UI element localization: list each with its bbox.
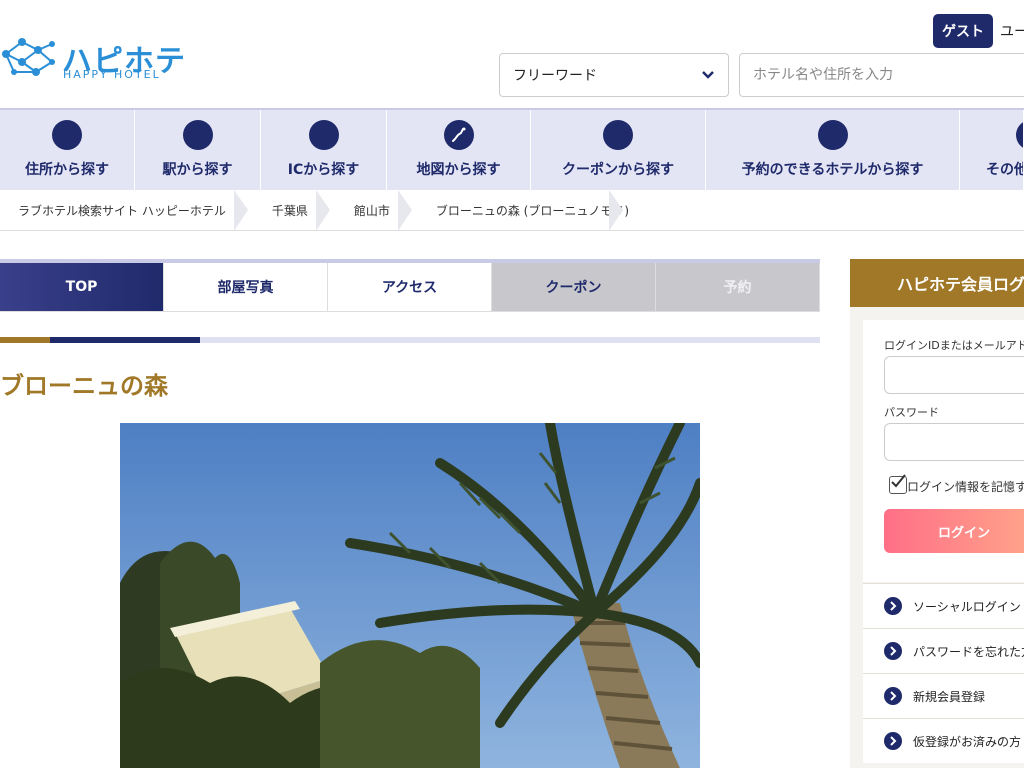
- nav-item-label: その他: [986, 162, 1024, 178]
- login-button[interactable]: ログイン: [884, 509, 1024, 553]
- password-label: パスワード: [884, 406, 939, 419]
- nav-item-map[interactable]: 地図から探す: [387, 110, 531, 190]
- tab-room-photos[interactable]: 部屋写真: [164, 263, 328, 312]
- coupon-icon: [603, 120, 633, 150]
- chevron-right-icon: [884, 642, 902, 660]
- chevron-right-icon: [884, 597, 902, 615]
- nav-item-label: 地図から探す: [416, 162, 501, 178]
- nav-item-label: ICから探す: [287, 162, 360, 178]
- login-id-field[interactable]: [884, 356, 1024, 394]
- tab-coupon[interactable]: クーポン: [492, 263, 656, 312]
- hotel-tabs: TOP 部屋写真 アクセス クーポン 予約: [0, 259, 820, 312]
- chevron-right-icon: [884, 732, 902, 750]
- tab-access[interactable]: アクセス: [328, 263, 492, 312]
- search-type-select[interactable]: フリーワード: [499, 53, 729, 97]
- underline-navy-segment: [50, 337, 200, 343]
- underline-gold-segment: [0, 337, 50, 343]
- nav-item-label: 住所から探す: [25, 162, 109, 178]
- logo-network-icon: [2, 38, 55, 76]
- side-link-label: ソーシャルログイン: [913, 599, 1021, 614]
- password-field[interactable]: [884, 423, 1024, 461]
- nav-item-station[interactable]: 駅から探す: [135, 110, 261, 190]
- tab-reservation: 予約: [656, 263, 820, 312]
- nav-item-coupon[interactable]: クーポンから探す: [531, 110, 706, 190]
- register-link[interactable]: 新規会員登録: [863, 673, 1024, 718]
- nav-item-label: 予約のできるホテルから探す: [741, 162, 924, 178]
- reservation-icon: [817, 120, 848, 150]
- remember-label: ログイン情報を記憶す: [907, 480, 1024, 494]
- chevron-right-icon: [884, 687, 902, 705]
- breadcrumb: ラブホテル検索サイト ハッピーホテル 千葉県 館山市 ブローニュの森 (ブローニ…: [0, 189, 1024, 231]
- side-link-label: 新規会員登録: [913, 689, 986, 704]
- main-nav: 住所から探す 駅から探す ICから探す 地図から探す クーポンから探す 予約ので…: [0, 108, 1024, 190]
- checkmark-icon: [891, 474, 906, 488]
- social-login-link[interactable]: ソーシャルログイン: [863, 583, 1024, 628]
- address-icon: [52, 120, 82, 150]
- user-link[interactable]: ユー: [1000, 21, 1024, 41]
- search-type-value: フリーワード: [513, 68, 597, 84]
- sidebar-login-title: ハピホテ会員ログ: [850, 259, 1024, 307]
- nav-item-ic[interactable]: ICから探す: [261, 110, 387, 190]
- side-link-label: パスワードを忘れた方: [913, 644, 1024, 659]
- nav-item-label: クーポンから探す: [562, 162, 674, 178]
- station-icon: [182, 120, 213, 150]
- breadcrumb-item[interactable]: 千葉県: [254, 189, 336, 231]
- login-id-label: ログインIDまたはメールアドレ: [884, 339, 1024, 352]
- provisional-registration-link[interactable]: 仮登録がお済みの方: [863, 718, 1024, 763]
- hotel-photo[interactable]: [120, 423, 700, 768]
- nav-item-reservable[interactable]: 予約のできるホテルから探す: [706, 110, 960, 190]
- hotel-name: ブローニュの森: [0, 372, 168, 400]
- breadcrumb-item[interactable]: ラブホテル検索サイト ハッピーホテル: [0, 189, 254, 231]
- guest-badge[interactable]: ゲスト: [933, 14, 993, 48]
- search-input[interactable]: [739, 53, 1024, 97]
- tab-top[interactable]: TOP: [0, 263, 164, 312]
- nav-item-label: 駅から探す: [162, 162, 233, 178]
- japan-map-icon: [443, 120, 474, 150]
- side-link-label: 仮登録がお済みの方: [913, 734, 1022, 749]
- nav-item-other[interactable]: その他: [960, 110, 1024, 190]
- logo-subtitle: HAPPY HOTEL: [63, 68, 161, 81]
- highway-icon: [308, 120, 339, 150]
- forgot-password-link[interactable]: パスワードを忘れた方: [863, 628, 1024, 673]
- other-icon: [1016, 120, 1023, 150]
- breadcrumb-item[interactable]: 館山市: [336, 189, 418, 231]
- nav-item-address[interactable]: 住所から探す: [0, 110, 135, 190]
- section-underline: [0, 337, 820, 343]
- remember-checkbox[interactable]: [889, 474, 907, 494]
- chevron-down-icon: [702, 71, 714, 79]
- breadcrumb-current: ブローニュの森 (ブローニュノモリ): [418, 189, 629, 231]
